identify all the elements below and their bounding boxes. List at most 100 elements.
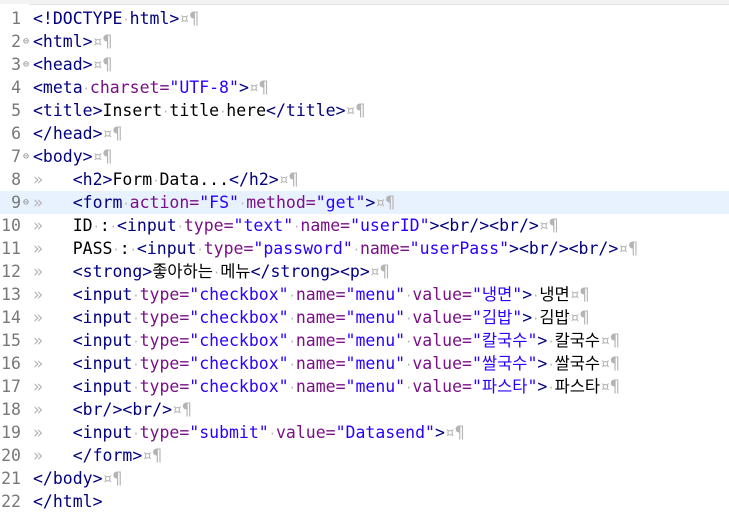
line-end-marker-icon: ¤¶ (618, 239, 639, 258)
code-line-7[interactable]: 7 ⊖ <body>¤¶ (0, 145, 729, 168)
code-line-22[interactable]: 22 </html> (0, 490, 729, 513)
token-attr: type= (183, 216, 234, 235)
fold-toggle-icon[interactable]: ⊖ (21, 53, 31, 76)
token-tag: > (537, 331, 548, 350)
code-line-18[interactable]: 18» <br/><br/>¤¶ (0, 398, 729, 421)
code-line-1[interactable]: 1 <!DOCTYPE·html>¤¶ (0, 7, 729, 30)
code-line-5[interactable]: 5 <title>Insert·title·here</title>¤¶ (0, 99, 729, 122)
token-txt: PASS (72, 239, 113, 258)
code-line-3[interactable]: 3 ⊖ <head>¤¶ (0, 53, 729, 76)
code-text: » <strong>좋아하는·메뉴</strong><p>¤¶ (33, 260, 390, 285)
token-val: "checkbox" (189, 331, 289, 350)
token-tag: <!DOCTYPE (33, 9, 123, 28)
token-txt: Insert (102, 101, 163, 120)
token-val: "칼국수" (471, 331, 538, 350)
code-line-14[interactable]: 14» <input·type="checkbox"·name="menu"·v… (0, 306, 729, 329)
code-text: » PASS·:·<input·type="password"·name="us… (33, 237, 638, 262)
token-tag: > (509, 239, 519, 258)
token-val: "menu" (345, 285, 406, 304)
token-ws: · (196, 243, 204, 257)
tab-marker-icon: » (33, 331, 73, 350)
token-attr: method= (246, 193, 316, 212)
fold-toggle-icon[interactable]: ⊖ (21, 191, 31, 214)
token-tag: <br/> (489, 216, 539, 235)
token-tag: <br/> (518, 239, 569, 258)
token-val: "FS" (199, 193, 239, 212)
token-attr: action= (129, 193, 200, 212)
code-line-20[interactable]: 20 » </form>¤¶ (0, 444, 729, 467)
token-txt: 칼국수 (554, 331, 601, 350)
token-attr: name= (295, 354, 346, 373)
code-line-16[interactable]: 16» <input·type="checkbox"·name="menu"·v… (0, 352, 729, 375)
line-number: 21 (1, 469, 21, 488)
line-end-marker-icon: ¤¶ (600, 331, 620, 350)
tab-marker-icon: » (33, 446, 73, 465)
token-tag: <input (72, 308, 133, 327)
code-text: » </form>¤¶ (33, 444, 162, 467)
token-attr: name= (295, 331, 346, 350)
line-end-marker-icon: ¤¶ (142, 446, 163, 465)
token-tag: <head> (33, 55, 93, 74)
code-line-15[interactable]: 15» <input·type="checkbox"·name="menu"·v… (0, 329, 729, 352)
code-line-6[interactable]: 6 </head>¤¶ (0, 122, 729, 145)
line-number: 8 (11, 170, 21, 189)
token-attr: value= (412, 331, 472, 350)
token-tag: <form (72, 193, 123, 212)
tab-marker-icon: » (33, 354, 73, 373)
token-attr: name= (295, 285, 346, 304)
token-val: "userID" (350, 216, 430, 235)
token-ws: · (352, 243, 360, 257)
token-attr: type= (139, 377, 190, 396)
token-tag: <body> (33, 147, 93, 166)
token-tag: </form> (72, 446, 143, 465)
fold-toggle-icon[interactable]: ⊖ (21, 30, 31, 53)
token-tag: </html> (33, 492, 103, 511)
token-val: "김밥" (471, 308, 523, 327)
code-line-4[interactable]: 4 <meta·charset="UTF-8">¤¶ (0, 76, 729, 99)
fold-toggle-icon[interactable]: ⊖ (21, 145, 31, 168)
token-attr: type= (139, 308, 190, 327)
token-ws: · (132, 381, 140, 395)
token-attr: charset= (89, 78, 170, 97)
token-txt: 파스타 (554, 377, 601, 396)
code-editor[interactable]: 1 <!DOCTYPE·html>¤¶ 2 ⊖ <html>¤¶ 3 ⊖ <head>¤¶ 4 <… (0, 0, 729, 515)
line-number: 12 (1, 262, 21, 281)
token-tag: <strong> (72, 262, 153, 281)
token-txt: 쌀국수 (554, 354, 601, 373)
token-val: "password" (253, 239, 353, 258)
code-text: <!DOCTYPE·html>¤¶ (33, 7, 199, 32)
code-line-21[interactable]: 21 </body>¤¶ (0, 467, 729, 490)
token-attr: type= (203, 239, 254, 258)
token-tag: <h2> (72, 170, 113, 189)
code-line-8[interactable]: 8 » <h2>Form·Data...</h2>¤¶ (0, 168, 729, 191)
token-tag: > (522, 308, 533, 327)
token-ws: · (288, 358, 296, 372)
token-attr: value= (412, 285, 472, 304)
code-line-17[interactable]: 17» <input·type="checkbox"·name="menu"·v… (0, 375, 729, 398)
line-number: 16 (1, 354, 21, 373)
code-line-12[interactable]: 12 » <strong>좋아하는·메뉴</strong><p>¤¶ (0, 260, 729, 283)
token-tag: <input (72, 423, 133, 442)
token-txt: 냉면 (539, 285, 570, 304)
token-val: "checkbox" (189, 354, 289, 373)
line-end-marker-icon: ¤¶ (538, 216, 559, 235)
code-line-11[interactable]: 11» PASS·:·<input·type="password"·name="… (0, 237, 729, 260)
code-line-10[interactable]: 10» ID·:·<input·type="text"·name="userID… (0, 214, 729, 237)
token-attr: value= (412, 354, 472, 373)
code-line-13[interactable]: 13» <input·type="checkbox"·name="menu"·v… (0, 283, 729, 306)
token-attr: name= (300, 216, 351, 235)
token-tag: <p> (339, 262, 370, 281)
code-line-9[interactable]: 9 ⊖» <form·action="FS"·method="get">¤¶ (0, 191, 729, 214)
token-txt: Form (112, 170, 153, 189)
token-attr: type= (139, 354, 190, 373)
token-ws: · (92, 220, 100, 234)
line-end-marker-icon: ¤¶ (569, 285, 590, 304)
token-val: "menu" (345, 331, 406, 350)
code-text: </body>¤¶ (33, 467, 122, 490)
token-tag: > (434, 423, 445, 442)
line-number: 20 (1, 446, 21, 465)
code-line-19[interactable]: 19» <input·type="submit"·value="Datasend… (0, 421, 729, 444)
token-tag: > (522, 285, 533, 304)
code-line-2[interactable]: 2 ⊖ <html>¤¶ (0, 30, 729, 53)
line-number: 19 (1, 423, 21, 442)
